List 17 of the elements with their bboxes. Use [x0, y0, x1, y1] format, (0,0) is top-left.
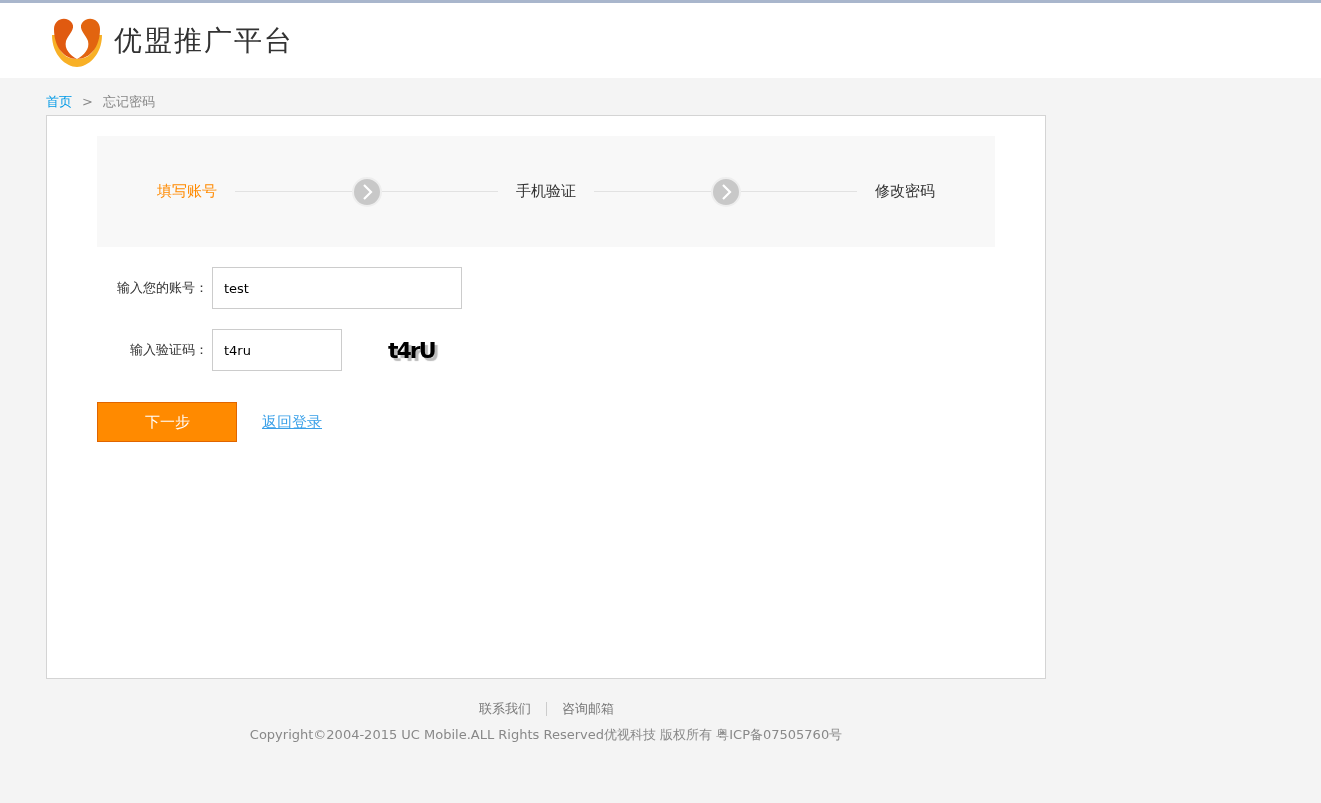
next-button[interactable]: 下一步	[97, 402, 237, 442]
breadcrumb-text: 忘记密码	[102, 92, 155, 111]
step-label: 填写账号	[157, 181, 217, 203]
account-input[interactable]: test	[212, 267, 462, 309]
captcha-image[interactable]: t4rU	[388, 333, 435, 367]
field-label: 输入验证码：	[129, 341, 209, 360]
footer-link[interactable]: 联系我们	[478, 699, 531, 719]
step-label: 修改密码	[875, 181, 935, 203]
back-to-login-link[interactable]: 返回登录	[262, 410, 322, 434]
logo-text: 优盟推广平台	[114, 22, 294, 59]
captcha-input[interactable]: t4ru	[212, 329, 342, 371]
breadcrumb-text: >	[82, 92, 93, 111]
copyright-text: Copyright©2004-2015 UC Mobile.ALL Rights Reserved优视科技 版权所有 粤ICP备07505760号	[249, 725, 843, 744]
breadcrumb-link[interactable]: 首页	[46, 91, 72, 112]
footer-link[interactable]: 咨询邮箱	[561, 699, 614, 719]
step-label: 手机验证	[516, 181, 576, 203]
field-label: 输入您的账号：	[116, 279, 209, 298]
